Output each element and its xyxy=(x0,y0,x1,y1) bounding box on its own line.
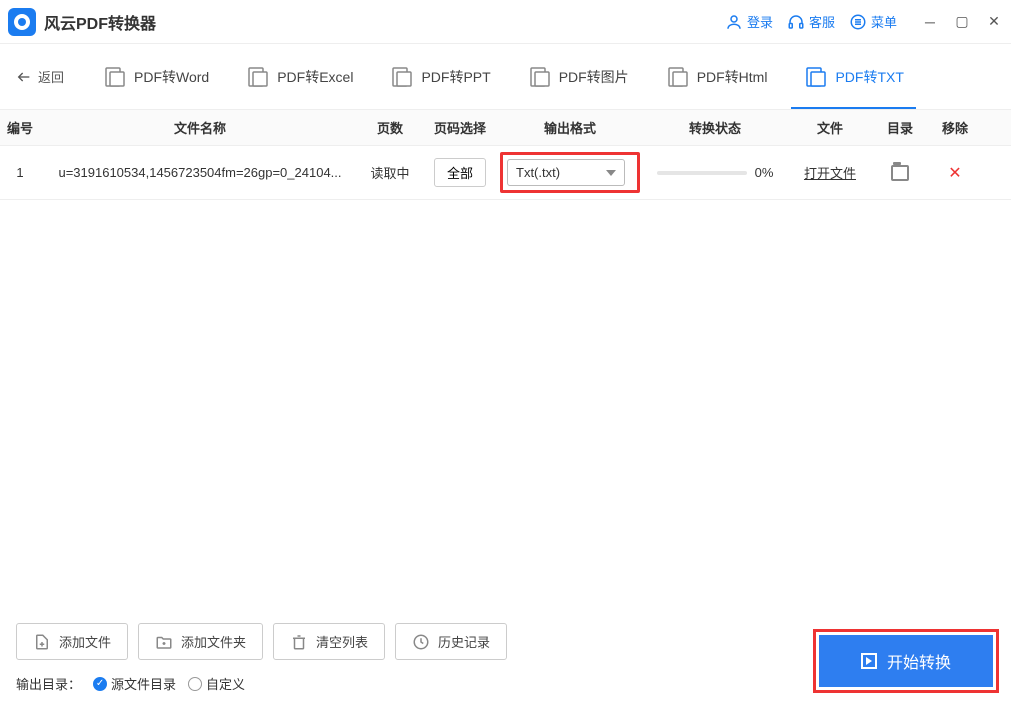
user-icon xyxy=(725,13,743,31)
header-name: 文件名称 xyxy=(40,118,360,137)
header-pages: 页数 xyxy=(360,118,420,137)
tab-pdf-to-word[interactable]: PDF转Word xyxy=(90,44,221,109)
minimize-button[interactable]: ─ xyxy=(921,13,939,31)
html-file-icon xyxy=(665,65,689,89)
tab-pdf-to-ppt[interactable]: PDF转PPT xyxy=(377,44,502,109)
progress-text: 0% xyxy=(755,165,774,180)
arrow-left-icon xyxy=(16,69,32,85)
folder-add-icon xyxy=(155,633,173,651)
header-status: 转换状态 xyxy=(640,118,790,137)
file-add-icon xyxy=(33,633,51,651)
menu-icon xyxy=(849,13,867,31)
chevron-down-icon xyxy=(606,170,616,176)
maximize-button[interactable]: ▢ xyxy=(953,13,971,31)
service-link[interactable]: 客服 xyxy=(787,12,835,31)
format-highlight: Txt(.txt) xyxy=(500,152,640,193)
start-highlight: 开始转换 xyxy=(813,629,999,693)
cell-num: 1 xyxy=(0,165,40,180)
excel-file-icon xyxy=(245,65,269,89)
login-link[interactable]: 登录 xyxy=(725,12,773,31)
tab-pdf-to-excel[interactable]: PDF转Excel xyxy=(233,44,365,109)
back-button[interactable]: 返回 xyxy=(16,67,64,86)
menu-link[interactable]: 菜单 xyxy=(849,12,897,31)
header-num: 编号 xyxy=(0,118,40,137)
page-select-button[interactable]: 全部 xyxy=(434,158,486,187)
headset-icon xyxy=(787,13,805,31)
tab-pdf-to-image[interactable]: PDF转图片 xyxy=(515,44,641,109)
trash-icon xyxy=(290,633,308,651)
radio-checked-icon xyxy=(93,677,107,691)
history-button[interactable]: 历史记录 xyxy=(395,623,507,660)
ppt-file-icon xyxy=(389,65,413,89)
app-logo xyxy=(8,8,36,36)
header-dir: 目录 xyxy=(870,118,930,137)
word-file-icon xyxy=(102,65,126,89)
cell-pages: 读取中 xyxy=(360,163,420,182)
close-button[interactable]: ✕ xyxy=(985,13,1003,31)
radio-source-dir[interactable]: 源文件目录 xyxy=(93,674,176,693)
clock-icon xyxy=(412,633,430,651)
delete-button[interactable]: ✕ xyxy=(948,165,961,182)
tab-pdf-to-txt[interactable]: PDF转TXT xyxy=(791,44,915,109)
start-convert-button[interactable]: 开始转换 xyxy=(819,635,993,687)
table-row: 1 u=3191610534,1456723504fm=26gp=0_24104… xyxy=(0,146,1011,200)
add-file-button[interactable]: 添加文件 xyxy=(16,623,128,660)
app-title: 风云PDF转换器 xyxy=(44,10,156,34)
add-folder-button[interactable]: 添加文件夹 xyxy=(138,623,263,660)
radio-custom-dir[interactable]: 自定义 xyxy=(188,674,245,693)
output-dir-label: 输出目录： xyxy=(16,674,81,693)
format-dropdown[interactable]: Txt(.txt) xyxy=(507,159,625,186)
folder-icon[interactable] xyxy=(891,165,909,181)
table-header: 编号 文件名称 页数 页码选择 输出格式 转换状态 文件 目录 移除 xyxy=(0,110,1011,146)
cell-filename: u=3191610534,1456723504fm=26gp=0_24104..… xyxy=(40,165,360,180)
header-pagesel: 页码选择 xyxy=(420,118,500,137)
progress-bar xyxy=(657,171,747,175)
header-format: 输出格式 xyxy=(500,118,640,137)
clear-list-button[interactable]: 清空列表 xyxy=(273,623,385,660)
open-file-link[interactable]: 打开文件 xyxy=(804,166,856,181)
header-file: 文件 xyxy=(790,118,870,137)
play-icon xyxy=(861,653,877,669)
header-del: 移除 xyxy=(930,118,980,137)
radio-unchecked-icon xyxy=(188,677,202,691)
txt-file-icon xyxy=(803,65,827,89)
tab-pdf-to-html[interactable]: PDF转Html xyxy=(653,44,780,109)
image-file-icon xyxy=(527,65,551,89)
progress: 0% xyxy=(640,165,790,180)
